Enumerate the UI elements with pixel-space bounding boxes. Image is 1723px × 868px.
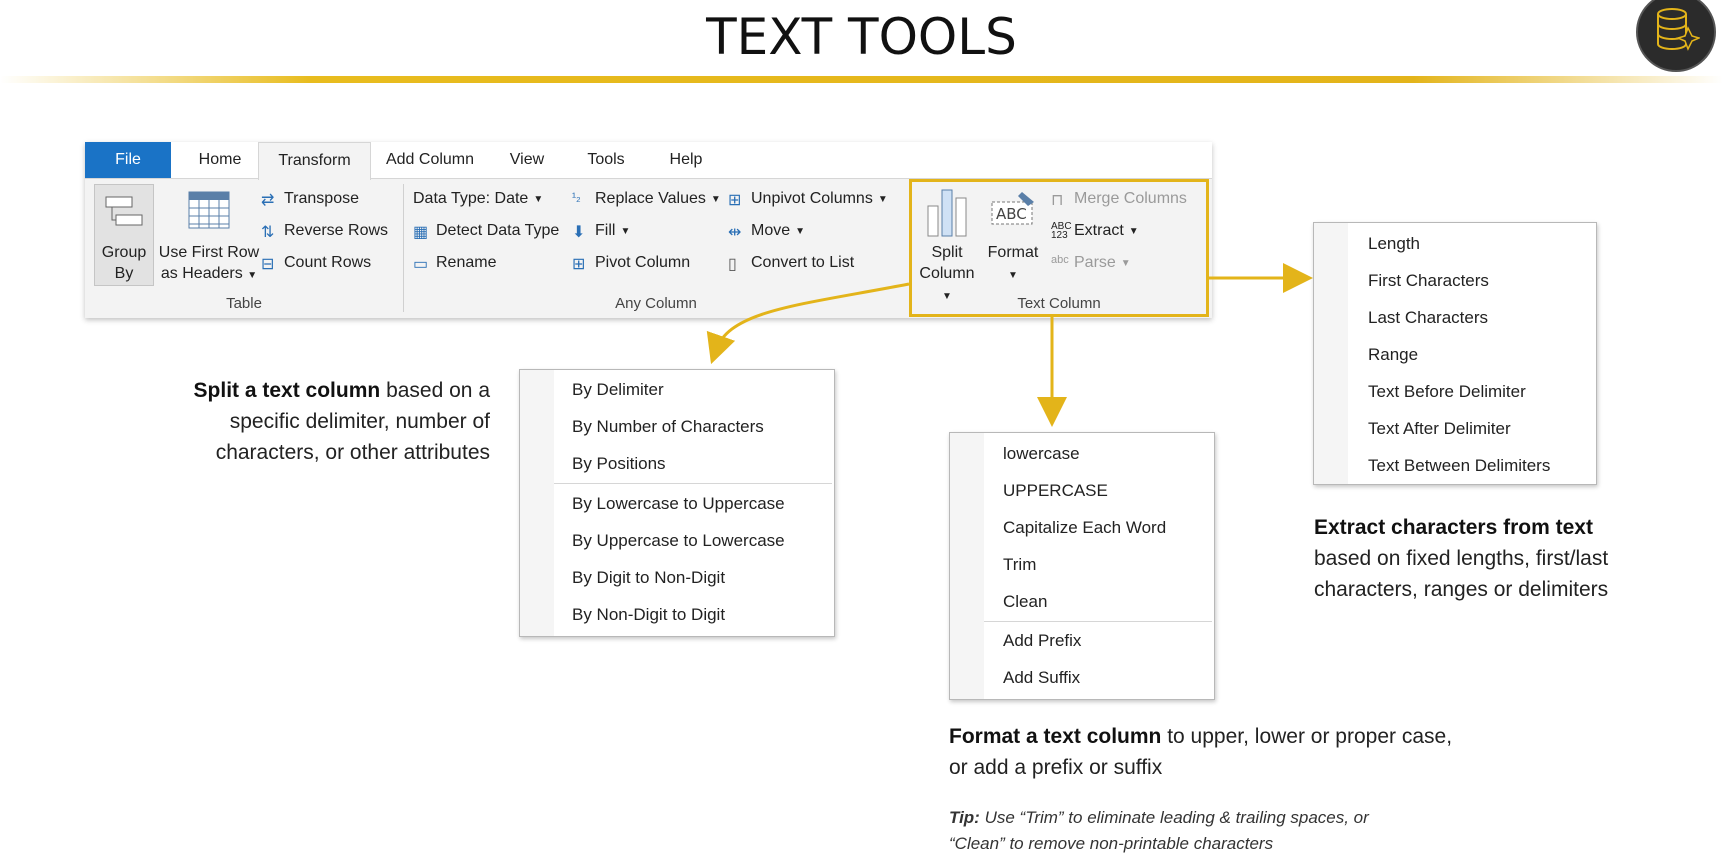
tab-home[interactable]: Home: [185, 142, 255, 178]
menu-item-text-between-delimiters[interactable]: Text Between Delimiters: [1368, 456, 1550, 476]
menu-item-by-delimiter[interactable]: By Delimiter: [572, 380, 664, 400]
menu-item-uppercase[interactable]: UPPERCASE: [1003, 481, 1108, 501]
reverse-rows-button[interactable]: ⇅ Reverse Rows: [261, 222, 388, 241]
title-underline: [0, 76, 1723, 83]
tab-view[interactable]: View: [497, 142, 557, 178]
menu-item-capitalize-each-word[interactable]: Capitalize Each Word: [1003, 518, 1166, 538]
unpivot-columns-icon: ⊞: [728, 192, 742, 209]
detect-data-type-button[interactable]: ▦ Detect Data Type: [413, 222, 559, 241]
extract-menu: Length First Characters Last Characters …: [1313, 222, 1597, 485]
menu-gutter: [950, 433, 984, 699]
menu-gutter: [1314, 223, 1348, 484]
menu-item-range[interactable]: Range: [1368, 345, 1418, 365]
count-rows-button[interactable]: ⊟ Count Rows: [261, 254, 371, 273]
transpose-button[interactable]: ⇄ Transpose: [261, 190, 359, 209]
group-by-label: Group By: [101, 244, 147, 282]
rename-icon: ▭: [413, 256, 429, 273]
split-description: Split a text column based on a specific …: [193, 379, 490, 464]
menu-item-trim[interactable]: Trim: [1003, 555, 1036, 575]
menu-item-last-characters[interactable]: Last Characters: [1368, 308, 1488, 328]
pivot-column-button[interactable]: ⊞ Pivot Column: [572, 254, 690, 273]
replace-values-icon: ¹₂: [572, 190, 581, 204]
format-menu: lowercase UPPERCASE Capitalize Each Word…: [949, 432, 1215, 700]
menu-gutter: [520, 370, 554, 636]
replace-values-button[interactable]: ¹₂ Replace Values ▼: [572, 190, 721, 208]
fill-dropdown[interactable]: ⬇ Fill ▼: [572, 222, 630, 241]
transpose-icon: ⇄: [261, 192, 275, 209]
tab-transform[interactable]: Transform: [258, 142, 371, 180]
convert-to-list-button[interactable]: ▯ Convert to List: [728, 254, 854, 273]
menu-item-text-after-delimiter[interactable]: Text After Delimiter: [1368, 419, 1511, 439]
pivot-column-icon: ⊞: [572, 256, 586, 273]
menu-item-by-digit-to-non-digit[interactable]: By Digit to Non-Digit: [572, 568, 725, 588]
reverse-rows-icon: ⇅: [261, 224, 275, 241]
count-rows-icon: ⊟: [261, 256, 275, 273]
database-sparkle-icon: [1657, 8, 1700, 51]
table-group-label: Table: [226, 295, 262, 312]
extract-description: Extract characters from text based on fi…: [1314, 516, 1609, 601]
menu-item-by-uppercase-to-lowercase[interactable]: By Uppercase to Lowercase: [572, 531, 785, 551]
menu-item-text-before-delimiter[interactable]: Text Before Delimiter: [1368, 382, 1526, 402]
menu-item-first-characters[interactable]: First Characters: [1368, 271, 1489, 291]
use-first-row-label: Use First Row as Headers ▼: [158, 244, 260, 282]
menu-divider: [984, 621, 1212, 622]
menu-item-length[interactable]: Length: [1368, 234, 1420, 254]
unpivot-columns-button[interactable]: ⊞ Unpivot Columns ▼: [728, 190, 888, 209]
group-separator: [403, 184, 404, 312]
rename-button[interactable]: ▭ Rename: [413, 254, 496, 273]
menu-item-by-positions[interactable]: By Positions: [572, 454, 666, 474]
tab-tools[interactable]: Tools: [573, 142, 639, 178]
menu-item-lowercase[interactable]: lowercase: [1003, 444, 1080, 464]
menu-item-by-number-of-characters[interactable]: By Number of Characters: [572, 417, 764, 437]
split-column-menu: By Delimiter By Number of Characters By …: [519, 369, 835, 637]
move-icon: ⇹: [728, 224, 742, 241]
use-first-row-button[interactable]: Use First Row as Headers ▼: [157, 184, 259, 288]
group-by-icon: [105, 196, 143, 226]
menu-item-by-non-digit-to-digit[interactable]: By Non-Digit to Digit: [572, 605, 725, 625]
menu-item-add-prefix[interactable]: Add Prefix: [1003, 631, 1081, 651]
any-column-group-label: Any Column: [615, 295, 697, 312]
text-column-highlight: [909, 179, 1209, 317]
detect-data-type-icon: ▦: [413, 224, 429, 241]
tab-help[interactable]: Help: [655, 142, 717, 178]
page-title: TEXT TOOLS: [706, 8, 1017, 66]
tab-add-column[interactable]: Add Column: [380, 142, 480, 178]
table-header-icon: [188, 191, 230, 229]
menu-item-clean[interactable]: Clean: [1003, 592, 1047, 612]
fill-down-icon: ⬇: [572, 224, 586, 241]
tip-text: Tip: Use “Trim” to eliminate leading & t…: [949, 808, 1369, 853]
menu-divider: [554, 483, 832, 484]
data-type-dropdown[interactable]: Data Type: Date ▼: [413, 190, 543, 208]
menu-item-add-suffix[interactable]: Add Suffix: [1003, 668, 1080, 688]
menu-item-by-lowercase-to-uppercase[interactable]: By Lowercase to Uppercase: [572, 494, 785, 514]
ribbon-tab-bar: File Home Transform Add Column View Tool…: [85, 142, 1212, 180]
tab-file[interactable]: File: [85, 142, 171, 178]
list-icon: ▯: [728, 256, 737, 273]
format-description: Format a text column to upper, lower or …: [949, 725, 1453, 779]
move-dropdown[interactable]: ⇹ Move ▼: [728, 222, 805, 241]
